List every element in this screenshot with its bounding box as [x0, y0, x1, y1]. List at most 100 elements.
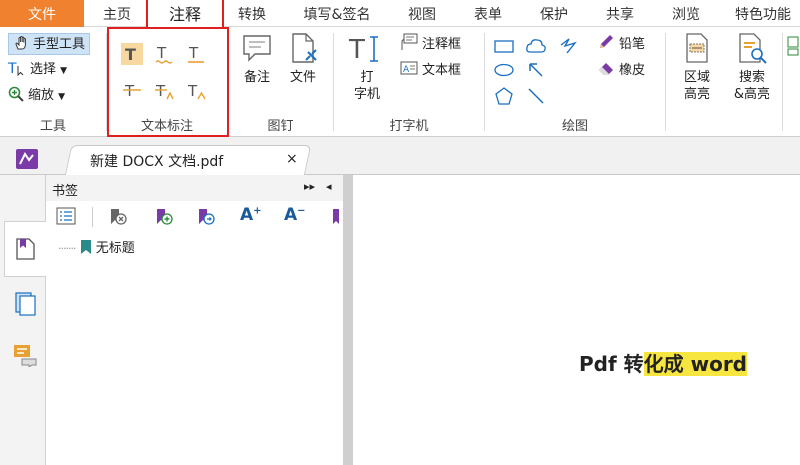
ribbon: 手型工具 T 选择 ▼ 缩放 ▼ 工具 T T T T T T 文本标注 备注 … [0, 27, 800, 137]
comments-icon [14, 345, 37, 368]
menu-fill-sign[interactable]: 填写&签名 [292, 0, 382, 27]
bookmarks-toolbar: A+ A− [46, 201, 343, 233]
file-attach-label: 文件 [289, 70, 316, 85]
expand-all-icon[interactable] [56, 207, 76, 225]
bookmark-more-icon[interactable] [332, 207, 342, 227]
menu-protect[interactable]: 保护 [528, 0, 580, 27]
typewriter-button[interactable]: T 打 字机 [344, 31, 390, 103]
polyline-icon [560, 38, 577, 54]
eraser-label: 橡皮 [619, 63, 646, 78]
bookmark-item[interactable]: ······· 无标题 [58, 237, 135, 256]
search-highlight-line2: &高亮 [733, 87, 771, 102]
area-highlight-icon [686, 33, 708, 63]
rectangle-tool-button[interactable] [493, 35, 515, 57]
menu-browse[interactable]: 浏览 [660, 0, 712, 27]
menu-features[interactable]: 特色功能 [726, 0, 800, 27]
text-select-icon: T [7, 61, 24, 77]
pencil-button[interactable]: 铅笔 [597, 33, 645, 55]
app-window: 文件 主页 注释 转换 填写&签名 视图 表单 保护 共享 浏览 特色功能 手型… [0, 0, 800, 465]
delete-bookmark-icon[interactable] [108, 207, 128, 227]
group-typewriter: T 打 字机 注释框 A 文本框 打字机 [334, 27, 484, 137]
more-tools-button[interactable] [786, 35, 800, 57]
file-attach-button[interactable]: 文件 [281, 31, 325, 86]
zoom-icon [8, 86, 24, 102]
group-typewriter-label: 打字机 [389, 119, 429, 134]
polygon-icon [495, 87, 513, 105]
polygon-tool-button[interactable] [493, 85, 515, 107]
annotate-tab-highlight-box [146, 0, 224, 29]
note-button[interactable]: 备注 [235, 31, 279, 86]
line-tool-button[interactable] [525, 85, 547, 107]
textbox-button[interactable]: A 文本框 [400, 59, 461, 81]
hand-icon [15, 36, 26, 50]
group-divider [782, 33, 783, 131]
increase-font-icon[interactable]: A+ [240, 205, 262, 225]
bookmark-panel-button[interactable] [14, 237, 36, 265]
typewriter-label-line2: 字机 [353, 87, 380, 102]
menu-view[interactable]: 视图 [396, 0, 448, 27]
panel-collapse-icon[interactable]: ◂ [326, 180, 332, 193]
document-text: Pdf 转化成 word [579, 348, 747, 377]
textbox-label: 文本框 [422, 63, 462, 78]
document-tab-strip: 新建 DOCX 文档.pdf × [0, 137, 800, 176]
document-view: Pdf 转化成 word [353, 175, 800, 465]
oval-tool-button[interactable] [493, 59, 515, 81]
file-attach-icon [292, 33, 317, 63]
area-highlight-line1: 区域 [683, 70, 710, 85]
menu-form[interactable]: 表单 [462, 0, 514, 27]
arrow-tool-button[interactable] [525, 59, 547, 81]
bookmarks-panel: 书签 ▸▸ ◂ A+ A− ······· 无标题 [46, 175, 343, 465]
decrease-font-icon[interactable]: A− [284, 205, 306, 225]
select-tool-dropdown[interactable]: T 选择 ▼ [7, 59, 68, 81]
select-tool-label: 选择 [30, 62, 57, 77]
zoom-tool-label: 缩放 [28, 88, 55, 103]
rectangle-icon [494, 40, 514, 53]
note-label: 备注 [243, 70, 270, 85]
group-pin-label: 图钉 [267, 119, 294, 134]
callout-button[interactable]: 注释框 [400, 33, 461, 55]
group-tools-label: 工具 [39, 119, 66, 134]
callout-icon [401, 33, 418, 50]
line-icon [528, 88, 544, 104]
goto-bookmark-icon[interactable] [196, 207, 216, 227]
menu-share[interactable]: 共享 [594, 0, 646, 27]
search-highlight-button[interactable]: 搜索 &高亮 [726, 31, 778, 103]
cloud-icon [526, 39, 546, 53]
group-highlight: 区域 高亮 搜索 &高亮 [666, 27, 800, 137]
polyline-tool-button[interactable] [557, 35, 579, 57]
pencil-label: 铅笔 [619, 37, 646, 52]
typewriter-icon: T [348, 35, 378, 65]
navigation-rail [0, 175, 46, 465]
toolbar-divider [92, 207, 93, 227]
text-markup-highlight-box [107, 27, 229, 137]
menu-home[interactable]: 主页 [90, 0, 144, 27]
eraser-icon [599, 63, 613, 75]
pages-icon [15, 292, 36, 316]
cloud-tool-button[interactable] [525, 35, 547, 57]
zoom-tool-dropdown[interactable]: 缩放 ▼ [8, 85, 65, 107]
typewriter-label-line1: 打 [360, 70, 374, 85]
panel-expand-icon[interactable]: ▸▸ [304, 180, 315, 193]
hand-tool-button[interactable]: 手型工具 [8, 33, 91, 55]
tree-connector: ······· [58, 242, 77, 255]
menu-file[interactable]: 文件 [0, 0, 84, 27]
panel-splitter[interactable] [343, 175, 353, 465]
pages-panel-button[interactable] [14, 291, 38, 321]
menu-convert[interactable]: 转换 [226, 0, 278, 27]
tab-close-button[interactable]: × [286, 151, 298, 167]
document-text-highlighted: 化成 word [643, 352, 747, 376]
textbox-icon: A [400, 61, 418, 75]
chevron-down-icon: ▼ [60, 66, 68, 76]
group-drawing: 铅笔 橡皮 绘图 [485, 27, 665, 137]
arrow-icon [529, 63, 543, 77]
pencil-icon [600, 35, 613, 48]
area-highlight-button[interactable]: 区域 高亮 [672, 31, 722, 103]
bookmark-ribbon-icon [80, 240, 91, 254]
eraser-button[interactable]: 橡皮 [597, 59, 645, 81]
svg-text:T: T [8, 61, 17, 76]
bookmark-item-label: 无标题 [95, 241, 135, 256]
add-bookmark-icon[interactable] [154, 207, 174, 227]
comments-panel-button[interactable] [12, 343, 38, 371]
hand-tool-label: 手型工具 [33, 37, 86, 52]
more-tools-icon [787, 36, 799, 56]
